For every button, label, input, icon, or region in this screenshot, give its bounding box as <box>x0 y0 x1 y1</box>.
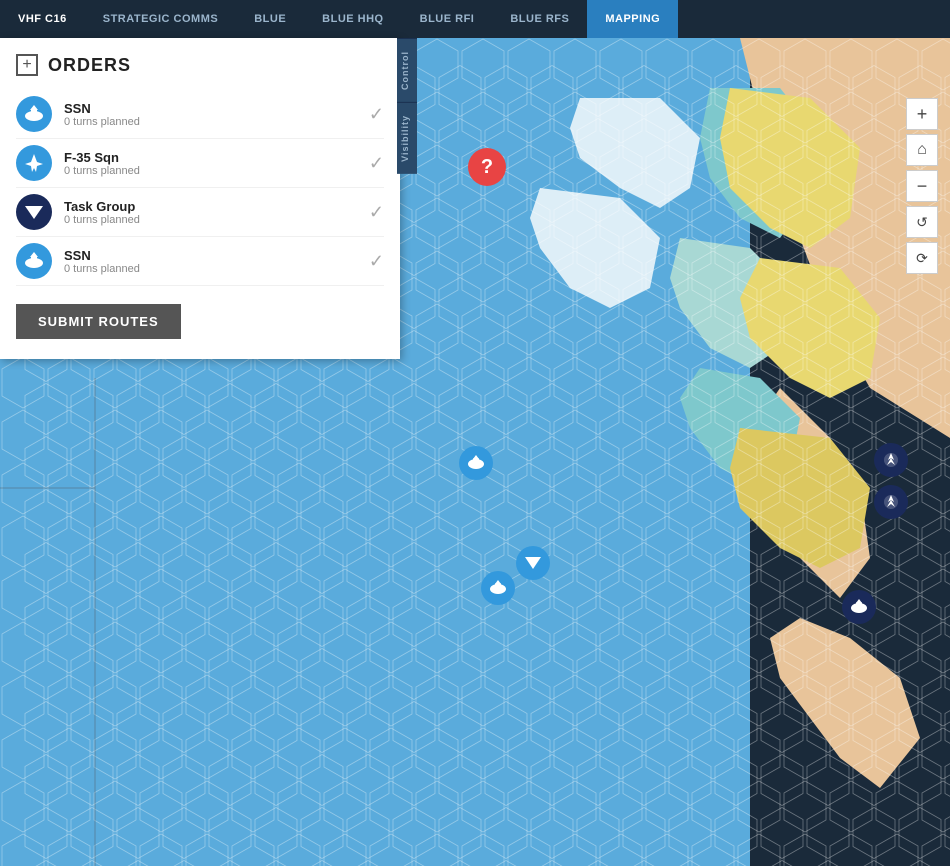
blue-taskgroup-unit[interactable] <box>516 546 550 580</box>
order-info-f35: F-35 Sqn 0 turns planned <box>64 150 369 177</box>
submit-routes-button[interactable]: SUBMIT ROUTES <box>16 304 181 339</box>
order-name-taskgroup: Task Group <box>64 199 369 214</box>
orders-panel: + ORDERS SSN 0 turns planned ✓ <box>0 38 400 359</box>
control-tab[interactable]: Control <box>397 38 417 102</box>
sub-svg-1 <box>23 103 45 125</box>
map-side-tabs: Control Visibility <box>397 38 417 866</box>
top-navigation: VHF C16 STRATEGIC COMMS BLUE BLUE HHQ BL… <box>0 0 950 38</box>
order-item-ssn-1[interactable]: SSN 0 turns planned ✓ <box>16 90 384 139</box>
tab-blue-rfi[interactable]: BLUE RFI <box>402 0 493 38</box>
taskgroup-svg <box>23 201 45 223</box>
order-info-ssn-1: SSN 0 turns planned <box>64 101 369 128</box>
orders-title: ORDERS <box>48 55 131 76</box>
order-icon-f35 <box>16 145 52 181</box>
refresh-button[interactable]: ⟳ <box>906 242 938 274</box>
sub-icon-1 <box>466 453 486 473</box>
missile-icon-1 <box>881 450 901 470</box>
order-item-taskgroup[interactable]: Task Group 0 turns planned ✓ <box>16 188 384 237</box>
order-info-ssn-2: SSN 0 turns planned <box>64 248 369 275</box>
order-icon-ssn-2 <box>16 243 52 279</box>
tab-blue-rfs[interactable]: BLUE RFS <box>492 0 587 38</box>
order-item-f35[interactable]: F-35 Sqn 0 turns planned ✓ <box>16 139 384 188</box>
order-item-ssn-2[interactable]: SSN 0 turns planned ✓ <box>16 237 384 286</box>
zoom-out-button[interactable]: − <box>906 170 938 202</box>
tab-vhfc16[interactable]: VHF C16 <box>0 0 85 38</box>
unknown-unit[interactable]: ? <box>468 148 506 186</box>
order-info-taskgroup: Task Group 0 turns planned <box>64 199 369 226</box>
plane-svg <box>23 152 45 174</box>
order-sub-ssn-1: 0 turns planned <box>64 116 369 128</box>
order-icon-ssn-1 <box>16 96 52 132</box>
map-controls: + ⌂ − ↺ ⟳ <box>906 98 938 274</box>
order-check-f35: ✓ <box>369 153 384 174</box>
dark-missile-unit-1[interactable] <box>874 443 908 477</box>
orders-header: + ORDERS <box>16 54 384 76</box>
add-order-button[interactable]: + <box>16 54 38 76</box>
order-sub-f35: 0 turns planned <box>64 165 369 177</box>
tab-blue-hhq[interactable]: BLUE HHQ <box>304 0 401 38</box>
tab-mapping[interactable]: MAPPING <box>587 0 678 38</box>
order-name-ssn-2: SSN <box>64 248 369 263</box>
order-check-taskgroup: ✓ <box>369 202 384 223</box>
tab-blue[interactable]: BLUE <box>236 0 304 38</box>
dark-sub-icon <box>849 597 869 617</box>
dark-missile-unit-2[interactable] <box>874 485 908 519</box>
order-sub-taskgroup: 0 turns planned <box>64 214 369 226</box>
zoom-in-button[interactable]: + <box>906 98 938 130</box>
blue-sub-unit-2[interactable] <box>481 571 515 605</box>
order-name-ssn-1: SSN <box>64 101 369 116</box>
blue-sub-unit-1[interactable] <box>459 446 493 480</box>
sub-svg-2 <box>23 250 45 272</box>
visibility-tab[interactable]: Visibility <box>397 102 417 174</box>
order-check-ssn-1: ✓ <box>369 104 384 125</box>
tab-strategic-comms[interactable]: STRATEGIC COMMS <box>85 0 236 38</box>
home-button[interactable]: ⌂ <box>906 134 938 166</box>
history-button[interactable]: ↺ <box>906 206 938 238</box>
missile-icon-2 <box>881 492 901 512</box>
main-area: ? <box>0 38 950 866</box>
dark-sub-unit[interactable] <box>842 590 876 624</box>
order-icon-taskgroup <box>16 194 52 230</box>
order-sub-ssn-2: 0 turns planned <box>64 263 369 275</box>
order-check-ssn-2: ✓ <box>369 251 384 272</box>
order-name-f35: F-35 Sqn <box>64 150 369 165</box>
sub-icon-2 <box>488 578 508 598</box>
triangle-icon <box>523 553 543 573</box>
